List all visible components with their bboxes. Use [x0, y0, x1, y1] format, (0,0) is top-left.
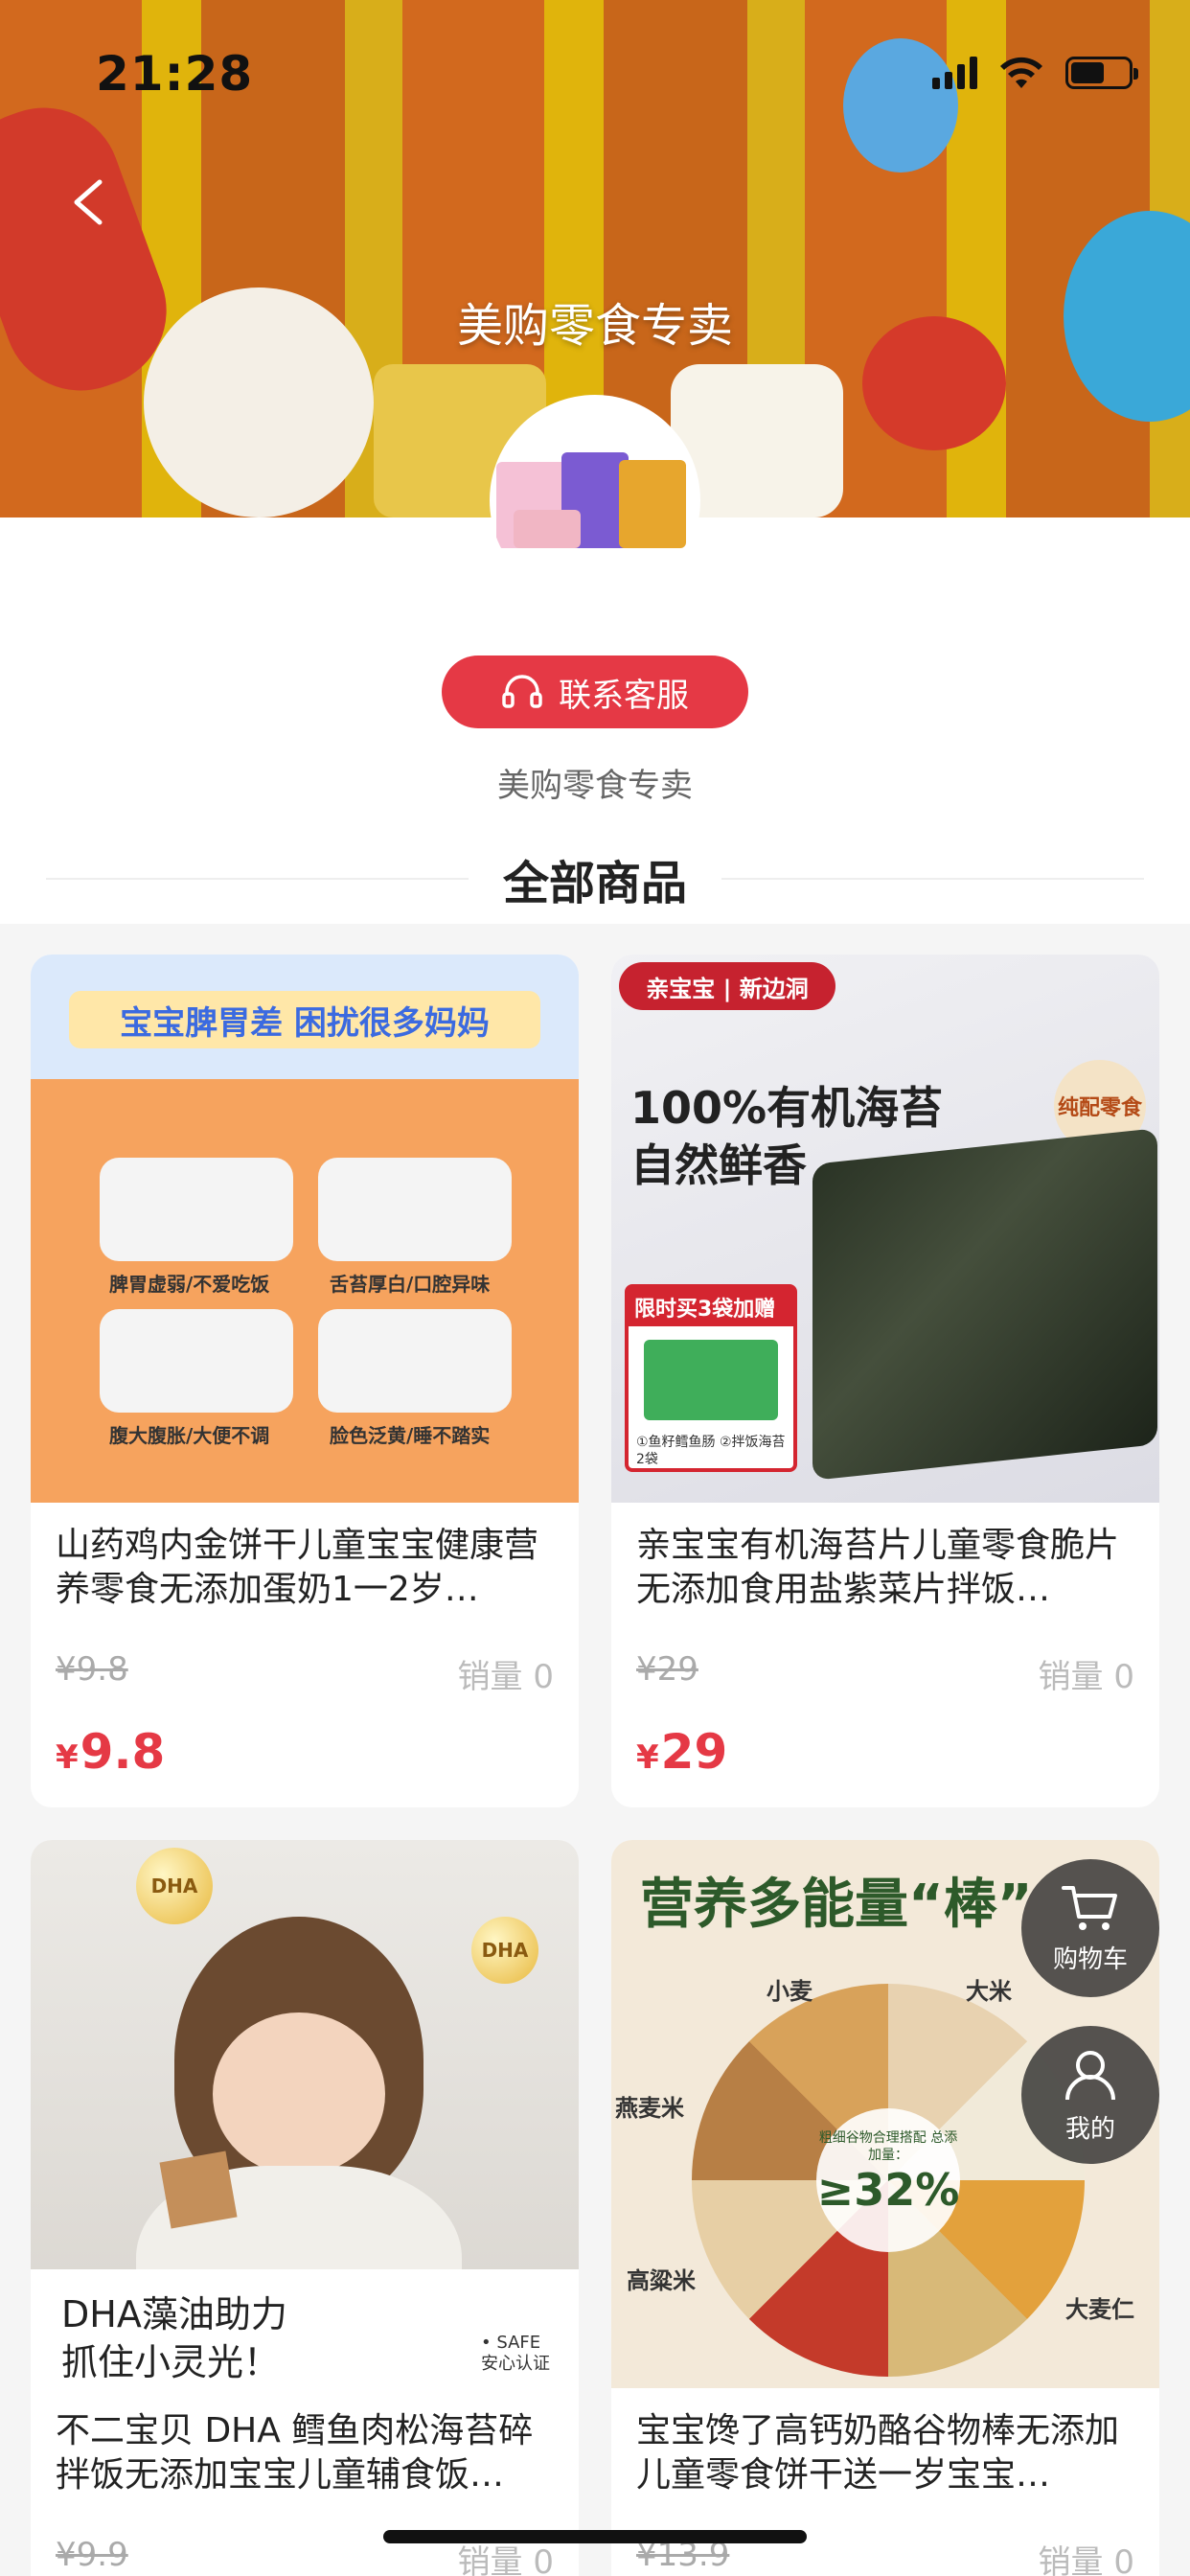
product-name: 山药鸡内金饼干儿童宝宝健康营养零食无添加蛋奶1一2岁… [56, 1526, 539, 1609]
grain-label: 小麦 [767, 1978, 812, 2005]
status-icons [932, 56, 1138, 90]
image-caption: 脸色泛黄/睡不踏实 [330, 1424, 491, 1447]
safe-caption: 安心认证 [481, 2354, 550, 2374]
grain-label: 大米 [966, 1978, 1012, 2005]
cart-button[interactable]: 购物车 [1021, 1859, 1159, 1997]
currency-symbol: ¥ [636, 1738, 659, 1777]
contact-service-button[interactable]: 联系客服 [442, 656, 748, 728]
grain-center-badge: 粗细谷物合理搭配 总添加量： ≥32% [816, 2108, 960, 2252]
product-meta: ¥9.8 销量 0 [31, 1614, 579, 1697]
sales-count: 销量 0 [1038, 1658, 1134, 1696]
brand-badge: 亲宝宝 | 新边洞 [619, 962, 835, 1010]
image-caption: 脾胃虚弱/不爱吃饭 [109, 1273, 270, 1296]
center-percent: ≥32% [816, 2164, 960, 2216]
seaweed-image [812, 1128, 1157, 1481]
signal-icon [932, 57, 977, 89]
original-price: ¥9.9 [56, 2536, 128, 2574]
original-price: ¥29 [636, 1650, 698, 1689]
child-face-shape [213, 2012, 385, 2175]
section-header: 全部商品 [46, 847, 1145, 910]
image-slogan-line1: DHA藻油助力 [61, 2293, 287, 2335]
divider-right [721, 878, 1145, 880]
image-photo [100, 1309, 293, 1413]
product-name: 亲宝宝有机海苔片儿童零食脆片无添加食用盐紫菜片拌饭… [636, 1526, 1120, 1609]
user-icon [1065, 2050, 1115, 2100]
shop-title: 美购零食专卖 [456, 299, 733, 353]
image-caption: 舌苔厚白/口腔异味 [330, 1273, 491, 1296]
promo-package-image [644, 1340, 778, 1420]
mine-label: 我的 [1064, 2114, 1115, 2144]
grain-label: 大麦仁 [1065, 2296, 1134, 2323]
promo-box: 限时买3袋加赠 ①鱼籽鳕鱼肠 ②拌饭海苔2袋 [625, 1284, 797, 1472]
product-price: ¥9.8 [31, 1697, 579, 1780]
dha-ball-icon: DHA [471, 1917, 538, 1984]
image-photo [318, 1309, 512, 1413]
product-name: 不二宝贝 DHA 鳕鱼肉松海苔碎拌饭无添加宝宝儿童辅食饭… [56, 2411, 534, 2495]
image-banner-text: 宝宝脾胃差 困扰很多妈妈 [69, 991, 540, 1048]
section-title: 全部商品 [503, 857, 688, 910]
image-headline: 营养多能量“棒” [640, 1874, 1033, 1936]
home-indicator[interactable] [383, 2530, 807, 2543]
product-name: 宝宝馋了高钙奶酪谷物棒无添加儿童零食饼干送一岁宝宝… [636, 2411, 1120, 2495]
shop-avatar [490, 395, 700, 606]
product-image: 亲宝宝 | 新边洞 100%有机海苔 自然鲜香 纯配零食 限时买3袋加赠 ①鱼籽… [611, 954, 1159, 1503]
image-photo [318, 1158, 512, 1261]
product-image: 宝宝脾胃差 困扰很多妈妈 脾胃虚弱/不爱吃饭 舌苔厚白/口腔异味 腹大腹胀/大便… [31, 954, 579, 1503]
promo-label: 限时买3袋加赠 [629, 1288, 793, 1326]
wooden-block-shape [159, 2150, 238, 2229]
status-time: 21:28 [96, 46, 254, 102]
product-image: DHA DHA DHA藻油助力 抓住小灵光！ • SAFE 安心认证 [31, 1840, 579, 2388]
battery-icon [1065, 57, 1138, 89]
image-photo [100, 1158, 293, 1261]
mine-button[interactable]: 我的 [1021, 2026, 1159, 2164]
image-slogan: DHA藻油助力 抓住小灵光！ [61, 2290, 287, 2386]
promo-items: ①鱼籽鳕鱼肠 ②拌饭海苔2袋 [636, 1435, 786, 1467]
dha-ball-icon: DHA [136, 1848, 213, 1924]
product-card[interactable]: 亲宝宝 | 新边洞 100%有机海苔 自然鲜香 纯配零食 限时买3袋加赠 ①鱼籽… [611, 954, 1159, 1807]
product-price: ¥29 [611, 1697, 1159, 1780]
image-headline-line1: 100%有机海苔 [630, 1082, 944, 1134]
original-price: ¥9.8 [56, 1650, 128, 1689]
product-meta: ¥29 销量 0 [611, 1614, 1159, 1697]
product-card[interactable]: 宝宝脾胃差 困扰很多妈妈 脾胃虚弱/不爱吃饭 舌苔厚白/口腔异味 腹大腹胀/大便… [31, 954, 579, 1807]
sales-count: 销量 0 [1038, 2543, 1134, 2576]
contact-service-label: 联系客服 [559, 676, 689, 715]
safe-certification: • SAFE 安心认证 [481, 2333, 550, 2375]
headset-icon [502, 675, 542, 708]
price-value: 29 [660, 1724, 728, 1780]
product-grid: 宝宝脾胃差 困扰很多妈妈 脾胃虚弱/不爱吃饭 舌苔厚白/口腔异味 腹大腹胀/大便… [31, 954, 1159, 2576]
grain-label: 燕麦米 [615, 2095, 684, 2122]
image-slogan-line2: 抓住小灵光！ [61, 2341, 281, 2383]
image-caption: 腹大腹胀/大便不调 [109, 1424, 270, 1447]
cart-icon [1062, 1885, 1117, 1930]
price-value: 9.8 [80, 1724, 166, 1780]
cart-label: 购物车 [1052, 1944, 1128, 1974]
currency-symbol: ¥ [56, 1738, 79, 1777]
safe-label: • SAFE [481, 2333, 541, 2353]
shop-logo-image [496, 452, 686, 548]
product-card[interactable]: DHA DHA DHA藻油助力 抓住小灵光！ • SAFE 安心认证 不二宝贝 … [31, 1840, 579, 2576]
divider-left [46, 878, 469, 880]
shop-subtitle: 美购零食专卖 [497, 767, 693, 805]
sales-count: 销量 0 [457, 1658, 554, 1696]
grain-label: 高粱米 [627, 2267, 696, 2294]
back-arrow-icon[interactable] [69, 178, 107, 226]
center-caption: 粗细谷物合理搭配 总添加量： [818, 2130, 958, 2163]
wifi-icon [1000, 57, 1042, 88]
